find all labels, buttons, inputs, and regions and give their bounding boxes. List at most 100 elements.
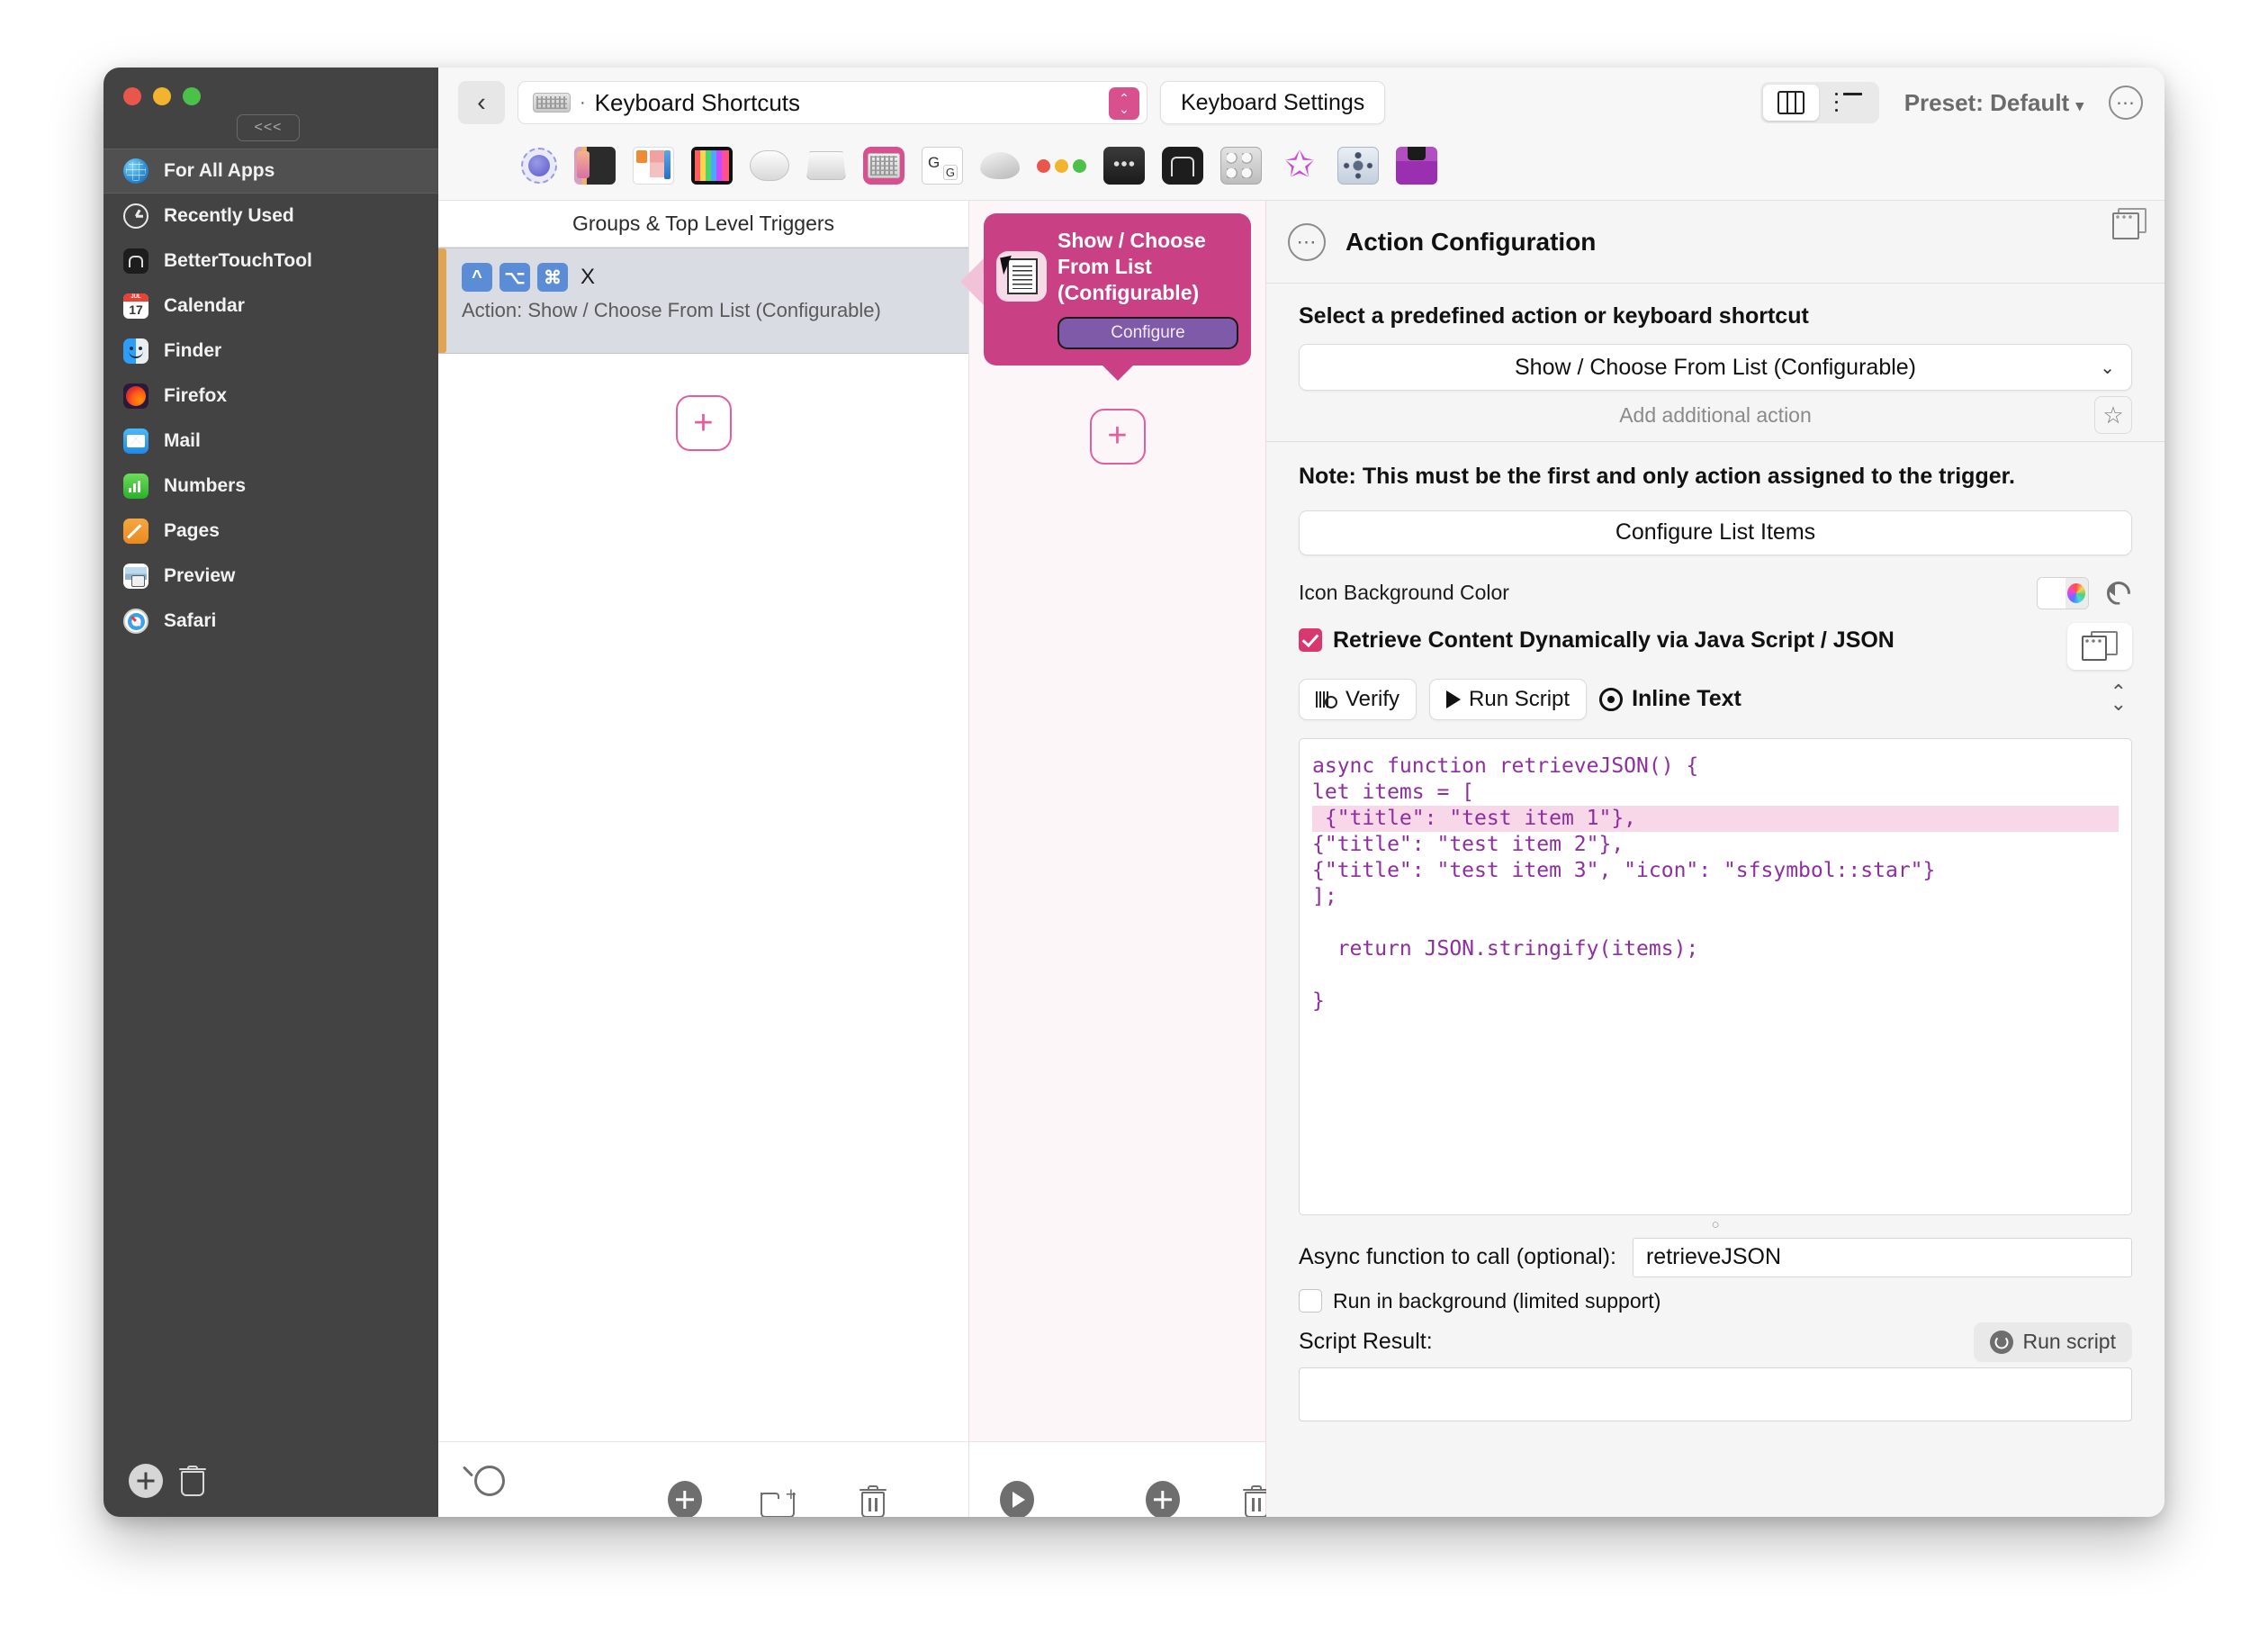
siri-remote-icon[interactable]	[1337, 147, 1379, 185]
sidebar-item-calendar[interactable]: Calendar	[104, 284, 438, 329]
view-mode-segmented-control	[1760, 82, 1879, 123]
retrieve-dynamic-checkbox-row[interactable]: Retrieve Content Dynamically via Java Sc…	[1299, 627, 2132, 654]
color-well[interactable]	[2037, 576, 2089, 609]
add-action-footer-button[interactable]	[1146, 1480, 1180, 1517]
columns-view-icon	[1777, 91, 1804, 114]
sidebar-item-pages[interactable]: Pages	[104, 509, 438, 554]
run-in-background-checkbox[interactable]	[1299, 1289, 1322, 1313]
reset-icon[interactable]	[2105, 580, 2132, 607]
sidebar-item-finder[interactable]: Finder	[104, 329, 438, 374]
verify-button[interactable]: Verify	[1299, 678, 1418, 720]
add-trigger-footer-button[interactable]	[668, 1480, 702, 1517]
action-card[interactable]: Show / Choose From List (Configurable) C…	[960, 213, 1251, 381]
star-icon[interactable]	[1279, 147, 1320, 185]
script-toolbar: Verify Run Script Inline Text ⌃ ⌄	[1299, 622, 2132, 722]
firefox-icon	[123, 383, 148, 409]
sidebar-item-label: Numbers	[164, 475, 247, 496]
sidebar-item-label: Finder	[164, 340, 222, 361]
minimize-button[interactable]	[153, 87, 171, 105]
path-stepper[interactable]: ⌃ ⌄	[1109, 87, 1139, 120]
back-button[interactable]: ‹	[458, 81, 505, 124]
sidebar-item-firefox[interactable]: Firefox	[104, 374, 438, 419]
star-outline-icon[interactable]: ☆	[2094, 396, 2132, 434]
collapse-sidebar-button[interactable]: <<<	[237, 114, 300, 141]
grid-icon[interactable]	[691, 147, 733, 185]
bettertouchtool-icon[interactable]	[1162, 147, 1203, 185]
columns-view-button[interactable]	[1762, 85, 1819, 121]
magic-gesture-icon[interactable]	[521, 148, 557, 184]
search-icon[interactable]	[474, 1466, 505, 1496]
touch-bar-icon[interactable]	[574, 147, 616, 185]
sidebar-item-recently-used[interactable]: Recently Used	[104, 194, 438, 239]
add-app-button[interactable]	[129, 1464, 163, 1498]
traffic-lights-icon[interactable]	[1037, 147, 1086, 185]
option-key-icon: ⌥	[500, 263, 530, 292]
retrieve-dynamic-checkbox[interactable]	[1299, 628, 1322, 652]
preset-label: Preset: Default	[1904, 88, 2070, 116]
add-trigger-button[interactable]: +	[675, 395, 732, 451]
preset-selector[interactable]: Preset: Default ▾	[1904, 89, 2084, 117]
sidebar-item-mail[interactable]: Mail	[104, 419, 438, 464]
detach-window-icon[interactable]	[2067, 622, 2132, 670]
configure-list-items-button[interactable]: Configure List Items	[1299, 510, 2132, 555]
icon-background-color-row: Icon Background Color	[1299, 575, 2132, 611]
close-button[interactable]	[123, 87, 141, 105]
triggers-column-header: Groups & Top Level Triggers	[438, 201, 968, 248]
knob-icon[interactable]	[1220, 147, 1262, 185]
up-down-chevrons-icon[interactable]: ⌃ ⌄	[2110, 681, 2127, 713]
trackpad-icon[interactable]	[806, 151, 846, 180]
resize-grip[interactable]: ○	[1299, 1215, 2132, 1235]
delete-trigger-button[interactable]	[860, 1484, 886, 1517]
code-line: let items = [	[1312, 780, 1475, 804]
list-view-button[interactable]	[1821, 85, 1876, 121]
sidebar-item-safari[interactable]: Safari	[104, 599, 438, 644]
normal-mouse-icon[interactable]	[980, 152, 1020, 179]
async-function-input[interactable]: retrieveJSON	[1632, 1237, 2132, 1277]
sidebar-footer	[104, 1445, 438, 1517]
action-select[interactable]: Show / Choose From List (Configurable) ⌄	[1299, 344, 2132, 391]
sidebar-item-numbers[interactable]: Numbers	[104, 464, 438, 509]
sidebar-item-preview[interactable]: Preview	[104, 554, 438, 599]
magic-mouse-icon[interactable]	[750, 150, 789, 181]
trigger-row[interactable]: ^ ⌥ ⌘ X Action: Show / Choose From List …	[438, 248, 968, 354]
run-script-button[interactable]: Run Script	[1429, 678, 1588, 720]
action-connector-arrow	[960, 258, 984, 305]
sidebar-item-label: For All Apps	[164, 160, 275, 181]
stream-deck-icon[interactable]	[633, 147, 674, 185]
triggers-list: ^ ⌥ ⌘ X Action: Show / Choose From List …	[438, 248, 968, 1441]
more-options-button[interactable]: ⋯	[2109, 86, 2143, 120]
remote-icon[interactable]	[1103, 147, 1145, 185]
keyboard-icon[interactable]	[863, 147, 904, 185]
action-connector-notch	[1100, 363, 1135, 381]
color-swatch	[2038, 577, 2066, 609]
other-device-icon[interactable]	[1396, 147, 1437, 185]
code-line: async function retrieveJSON() {	[1312, 753, 1699, 778]
new-group-folder-icon[interactable]: +	[760, 1485, 796, 1517]
path-field[interactable]: · Keyboard Shortcuts ⌃ ⌄	[518, 81, 1148, 124]
maximize-button[interactable]	[183, 87, 201, 105]
sidebar-item-for-all-apps[interactable]: For All Apps	[104, 149, 438, 194]
keyboard-settings-button[interactable]: Keyboard Settings	[1160, 81, 1386, 124]
sidebar-item-bettertouchtool[interactable]: BetterTouchTool	[104, 239, 438, 284]
command-key-icon: ⌘	[537, 263, 568, 292]
add-additional-action-row: Add additional action ☆	[1299, 391, 2132, 439]
finder-icon	[123, 338, 148, 364]
script-result-output[interactable]	[1299, 1367, 2132, 1421]
add-additional-action-button[interactable]: Add additional action	[1619, 403, 1812, 428]
sidebar-item-label: Firefox	[164, 385, 228, 406]
play-icon	[1446, 690, 1462, 708]
inline-text-selector[interactable]: Inline Text	[1599, 686, 1742, 712]
add-action-button[interactable]: +	[1089, 408, 1146, 465]
configure-action-button[interactable]: Configure	[1058, 316, 1238, 349]
bettertouchtool-window: <<< For All Apps Recently Used BetterTou…	[104, 68, 2164, 1517]
color-well-group	[2037, 576, 2132, 609]
action-card-body: Show / Choose From List (Configurable) C…	[1058, 228, 1238, 349]
generic-keys-icon[interactable]	[922, 147, 963, 185]
run-script-small-button[interactable]: Run script	[1974, 1322, 2132, 1362]
run-action-button[interactable]	[1000, 1480, 1034, 1517]
delete-app-button[interactable]	[179, 1466, 206, 1496]
script-editor[interactable]: async function retrieveJSON() { let item…	[1299, 737, 2132, 1215]
run-in-background-row[interactable]: Run in background (limited support)	[1299, 1289, 2132, 1313]
detach-window-icon[interactable]	[2112, 208, 2146, 239]
ellipsis-circle-icon[interactable]: ⋯	[1288, 222, 1326, 261]
